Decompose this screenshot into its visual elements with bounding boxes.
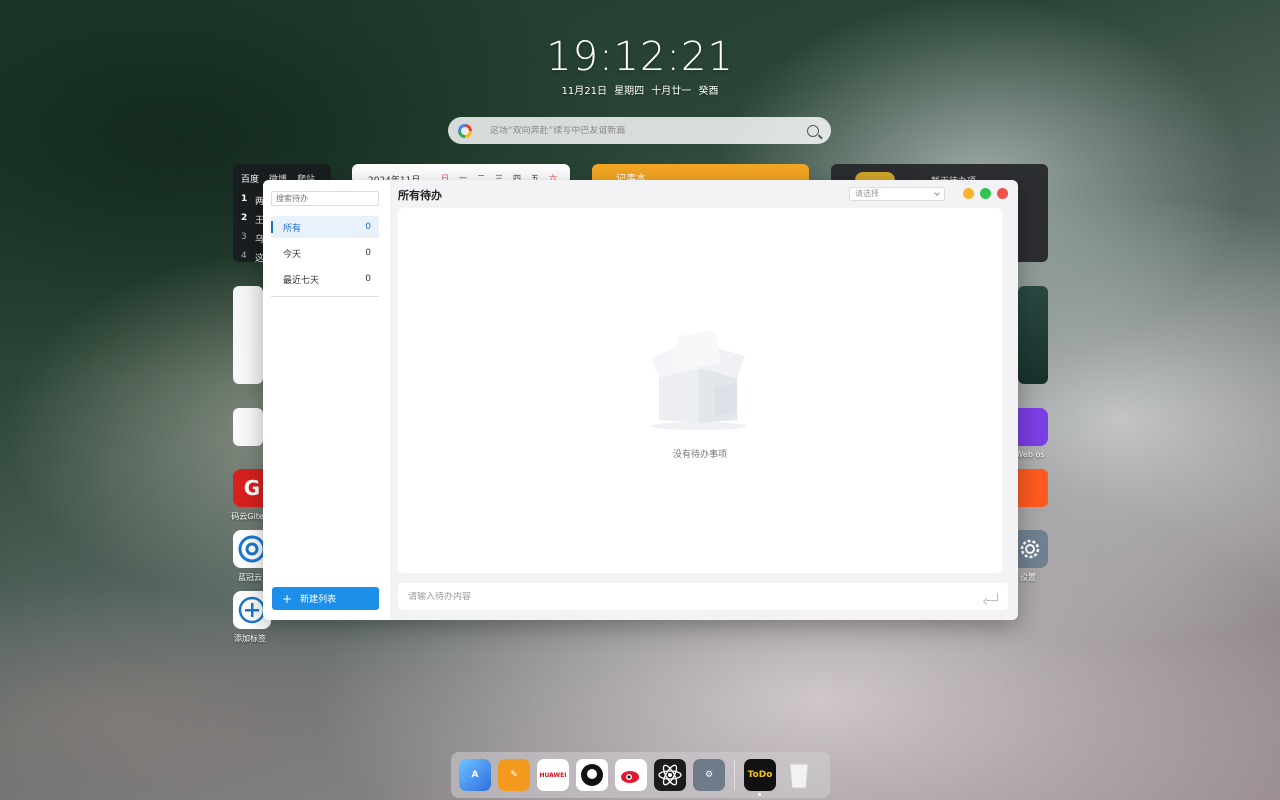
add-tag-label: 添加标签 bbox=[234, 634, 266, 643]
google-icon[interactable] bbox=[458, 123, 472, 138]
todo-app-icon[interactable]: ToDo bbox=[744, 759, 776, 796]
plus-icon: + bbox=[282, 591, 293, 606]
clock-time: 19:12:21 bbox=[546, 34, 734, 80]
list-item-count: 0 bbox=[365, 274, 371, 284]
minimize-button[interactable] bbox=[963, 188, 974, 199]
empty-state-text: 没有待办事项 bbox=[672, 450, 727, 460]
todo-search-input[interactable] bbox=[271, 191, 379, 206]
search-input[interactable] bbox=[490, 125, 807, 136]
list-item-count: 0 bbox=[365, 222, 371, 232]
list-item-count: 0 bbox=[365, 248, 371, 258]
dock-separator bbox=[734, 760, 735, 790]
todo-list-panel: 没有待办事项 bbox=[398, 208, 1002, 573]
dock: A ✎ HUAWEI ⚙ ToDo bbox=[451, 752, 830, 798]
list-item-today[interactable]: 今天 0 bbox=[271, 242, 379, 264]
list-item-label: 所有 bbox=[283, 223, 302, 234]
huawei-icon[interactable]: HUAWEI bbox=[537, 759, 569, 791]
paint-icon[interactable]: ✎ bbox=[498, 759, 530, 791]
left-card-widget[interactable] bbox=[233, 286, 263, 384]
hot-tab-baidu[interactable]: 百度 bbox=[241, 172, 259, 185]
sidebar-divider bbox=[271, 296, 379, 297]
todo-input-bar[interactable] bbox=[398, 583, 1008, 610]
list-item-label: 今天 bbox=[283, 249, 302, 260]
atom-icon[interactable] bbox=[654, 759, 686, 791]
running-indicator bbox=[758, 793, 761, 796]
close-button[interactable] bbox=[997, 188, 1008, 199]
enter-icon[interactable] bbox=[986, 592, 998, 601]
github-icon[interactable] bbox=[576, 759, 608, 791]
list-item-label: 最近七天 bbox=[283, 275, 320, 286]
search-icon[interactable] bbox=[807, 124, 819, 137]
list-item-last-7-days[interactable]: 最近七天 0 bbox=[271, 268, 379, 290]
maximize-button[interactable] bbox=[980, 188, 991, 199]
todo-input[interactable] bbox=[408, 591, 986, 602]
trash-icon[interactable] bbox=[783, 759, 815, 791]
new-list-button[interactable]: + 新建列表 bbox=[272, 587, 379, 610]
clock-date: 11月21日 星期四 十月廿一 癸酉 bbox=[561, 86, 719, 97]
settings-icon[interactable] bbox=[1018, 530, 1048, 568]
clock-widget: 19:12:21 11月21日 星期四 十月廿一 癸酉 bbox=[0, 34, 1280, 97]
empty-box-icon bbox=[651, 330, 747, 430]
app-store-icon[interactable]: A bbox=[459, 759, 491, 791]
todo-app-label: ToDo bbox=[747, 770, 773, 780]
webos-icon[interactable] bbox=[1018, 408, 1048, 446]
left-small-widget[interactable] bbox=[233, 408, 263, 446]
right-image-widget[interactable] bbox=[1018, 286, 1048, 384]
new-list-label: 新建列表 bbox=[300, 595, 337, 605]
page-title: 所有待办 bbox=[398, 189, 442, 202]
list-item-all[interactable]: 所有 0 bbox=[271, 216, 379, 238]
search-bar[interactable] bbox=[448, 117, 831, 144]
todo-sidebar: 所有 0 今天 0 最近七天 0 + 新建列表 bbox=[263, 180, 390, 620]
todo-window: 所有 0 今天 0 最近七天 0 + 新建列表 所有待办 请选择 bbox=[263, 180, 1018, 620]
orange-widget[interactable] bbox=[1018, 469, 1048, 507]
settings-icon[interactable]: ⚙ bbox=[693, 759, 725, 791]
weibo-icon[interactable] bbox=[615, 759, 647, 791]
chevron-down-icon bbox=[934, 190, 940, 196]
filter-select-placeholder: 请选择 bbox=[855, 189, 879, 198]
filter-select[interactable]: 请选择 bbox=[849, 187, 945, 201]
